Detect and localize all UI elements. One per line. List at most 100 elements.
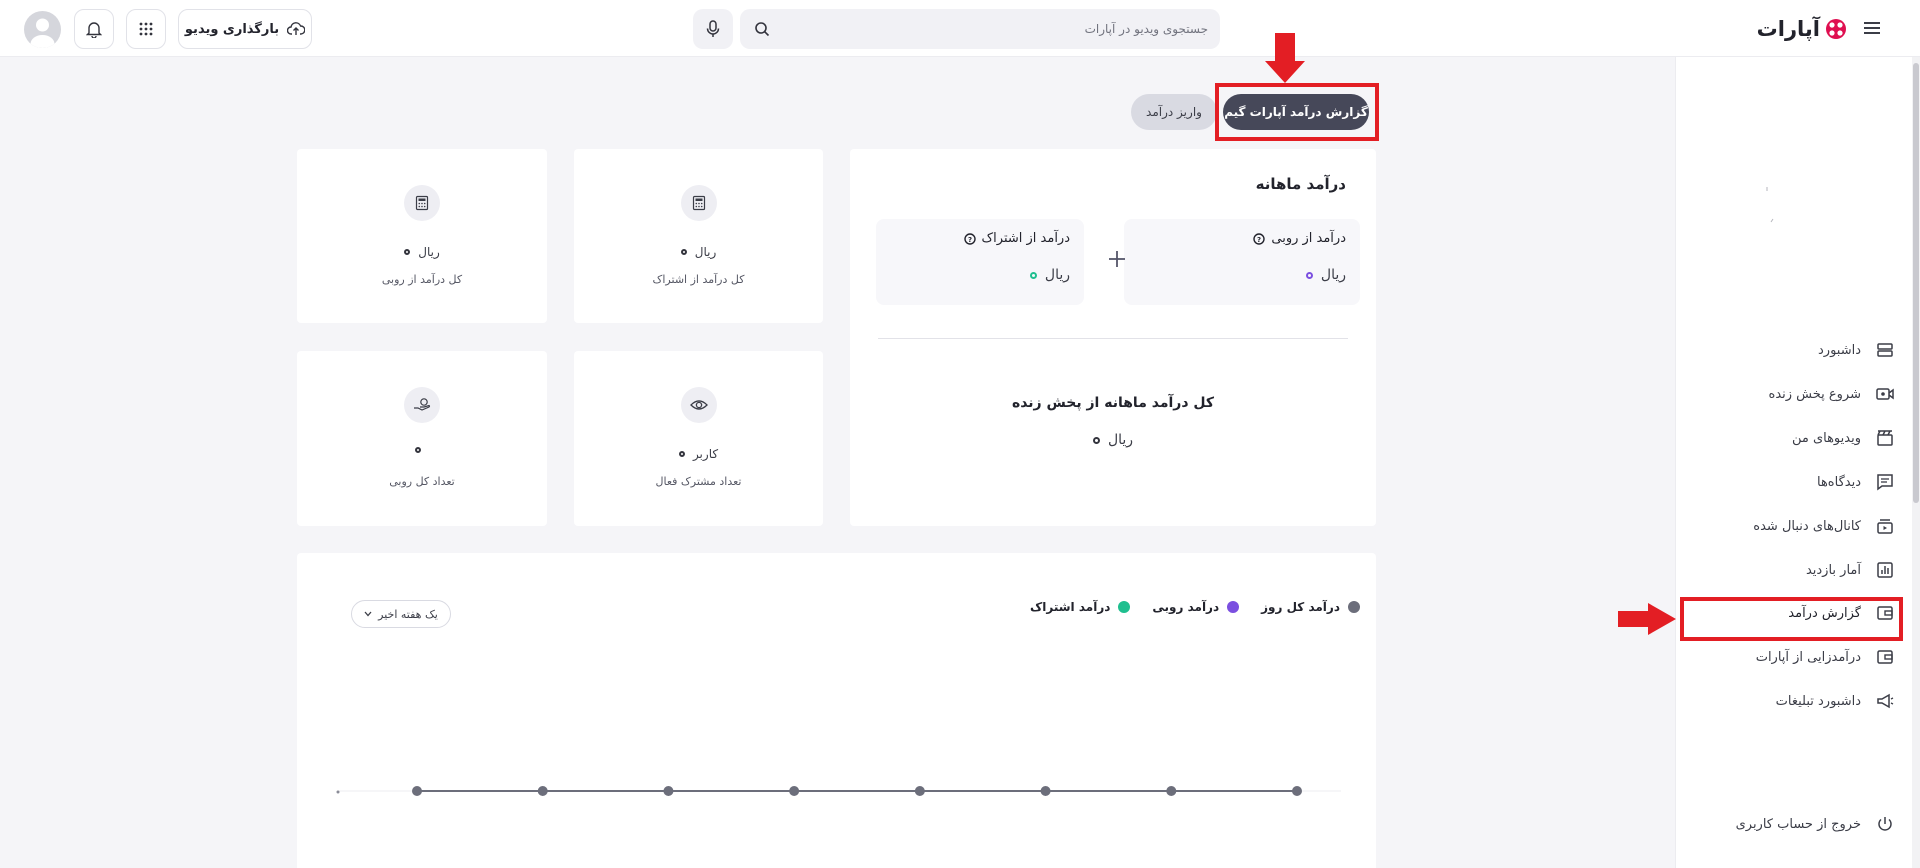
rubi-income-label: درآمد از روبی [1271,231,1346,246]
sidebar-item-label: درآمدزایی از آپارات [1755,649,1861,665]
sidebar-item-label: داشبورد تبلیغات [1775,693,1861,709]
svg-text:?: ? [1257,236,1261,244]
annotation-arrow-right-icon [1618,603,1676,635]
subscription-dot-icon [1029,271,1037,279]
sidebar-item-label: آمار بازدید [1805,562,1861,578]
sidebar-item-stats[interactable]: آمار بازدید [1695,555,1895,585]
bell-icon [86,22,102,38]
rubi-income-box: درآمد از روبی ? ریال [1124,219,1360,305]
subscription-income-value: ریال [1044,267,1070,283]
stat-caption: تعداد مشترک فعال [655,475,742,488]
stat-card-active-subscribers: کاربر تعداد مشترک فعال [574,351,823,526]
data-point[interactable] [914,786,925,796]
calculator-icon [692,195,705,211]
search-input[interactable] [788,9,1208,49]
stat-dot-icon [680,249,687,255]
tab-income-deposit[interactable]: واریز درآمد [1131,94,1217,130]
help-icon[interactable]: ? [963,232,976,245]
live-income-title: کل درآمد ماهانه از پخش زنده [1011,395,1215,411]
search-icon[interactable] [754,21,770,37]
data-point[interactable] [789,786,800,796]
stat-dot-icon [415,447,421,453]
data-point[interactable] [537,786,548,796]
stat-value: ریال [694,245,717,259]
live-dot-icon [1092,436,1100,444]
apps-grid-icon [139,22,153,36]
svg-text:?: ? [968,236,972,244]
megaphone-icon [1877,693,1894,709]
scrollbar-thumb[interactable] [1913,63,1919,503]
search-bar[interactable] [740,9,1220,49]
stats-icon [1877,562,1893,578]
logo-text: آپارات [1756,17,1820,41]
annotation-highlight-sidebar [1680,597,1903,641]
sidebar-item-label: ویدیوهای من [1791,430,1861,446]
cloud-upload-icon [287,22,306,35]
stat-dot-icon [404,249,411,255]
live-income-value: ریال [1107,432,1134,448]
sidebar-item-my-videos[interactable]: ویدیوهای من [1695,423,1895,453]
notifications-button[interactable] [74,9,114,49]
microphone-icon [706,20,720,37]
logout-label: خروج از حساب کاربری [1735,816,1861,832]
rubi-income-value: ریال [1320,267,1346,283]
monthly-income-card: درآمد ماهانه درآمد از روبی ? ریال درآمد … [850,149,1376,526]
hand-coin-icon [414,398,431,411]
sidebar-item-monetization[interactable]: درآمدزایی از آپارات [1695,642,1895,672]
power-icon [1878,817,1892,831]
page-scrollbar[interactable] [1912,57,1920,868]
wallet-icon [1877,650,1893,664]
sidebar-item-label: داشبورد [1818,342,1861,358]
stat-card-total-rubi-count: تعداد کل روبی [297,351,547,526]
top-header: آپارات بارگذاری ویدیو [0,0,1920,57]
annotation-arrow-down-icon [1265,33,1305,83]
voice-search-button[interactable] [693,9,733,49]
stat-value: کاربر [692,447,719,461]
stat-caption: کل درآمد از روبی [381,273,463,286]
hamburger-menu-icon[interactable] [1862,18,1882,38]
eye-icon [689,400,708,410]
comment-icon [1877,474,1893,491]
income-chart-card: درآمد کل روز درآمد روبی درآمد اشتراک یک … [297,553,1376,868]
apps-button[interactable] [126,9,166,49]
stat-caption: کل درآمد از اشتراک [652,273,745,286]
stat-card-total-rubi: ریال کل درآمد از روبی [297,149,547,323]
stat-caption: تعداد کل روبی [389,475,455,488]
data-point[interactable] [1166,786,1177,796]
annotation-highlight-tab [1215,83,1379,141]
tab-label: واریز درآمد [1146,105,1202,119]
live-stream-icon [1876,388,1894,400]
dashboard-icon [1877,343,1893,357]
user-icon [30,18,55,48]
subscription-income-label: درآمد از اشتراک [981,231,1070,246]
data-point[interactable] [1292,786,1302,796]
sidebar-item-comments[interactable]: دیدگاه‌ها [1695,467,1895,497]
chart-origin-dot [336,790,340,794]
logout-button[interactable]: خروج از حساب کاربری [1695,809,1895,839]
stat-card-total-subscription: ریال کل درآمد از اشتراک [574,149,823,323]
stat-dot-icon [678,451,685,457]
user-avatar[interactable] [24,11,61,48]
subscription-income-box: درآمد از اشتراک ? ریال [876,219,1084,305]
sidebar-item-dashboard[interactable]: داشبورد [1695,335,1895,365]
sidebar-item-followed-channels[interactable]: کانال‌های دنبال شده [1695,511,1895,541]
sidebar-item-live[interactable]: شروع پخش زنده [1695,379,1895,409]
divider [878,338,1348,339]
aparat-logo-icon [1826,19,1846,39]
sidebar: داشبورد شروع پخش زنده ویدیوهای من دیدگاه… [1675,57,1920,868]
monthly-income-title: درآمد ماهانه [1255,175,1346,193]
help-icon[interactable]: ? [1253,232,1266,245]
income-line-chart [336,786,1341,796]
upload-video-label: بارگذاری ویدیو [184,21,280,37]
sidebar-item-label: کانال‌های دنبال شده [1753,518,1861,534]
data-point[interactable] [663,786,674,796]
stat-value: ریال [418,245,440,259]
aparat-logo[interactable]: آپارات [1757,14,1848,44]
sidebar-item-ads-dashboard[interactable]: داشبورد تبلیغات [1695,686,1895,716]
channels-icon [1877,519,1893,534]
sidebar-item-label: دیدگاه‌ها [1816,474,1861,490]
calculator-icon [415,195,429,211]
data-point[interactable] [1040,786,1051,796]
upload-video-button[interactable]: بارگذاری ویدیو [178,9,312,49]
data-point[interactable] [412,786,422,796]
